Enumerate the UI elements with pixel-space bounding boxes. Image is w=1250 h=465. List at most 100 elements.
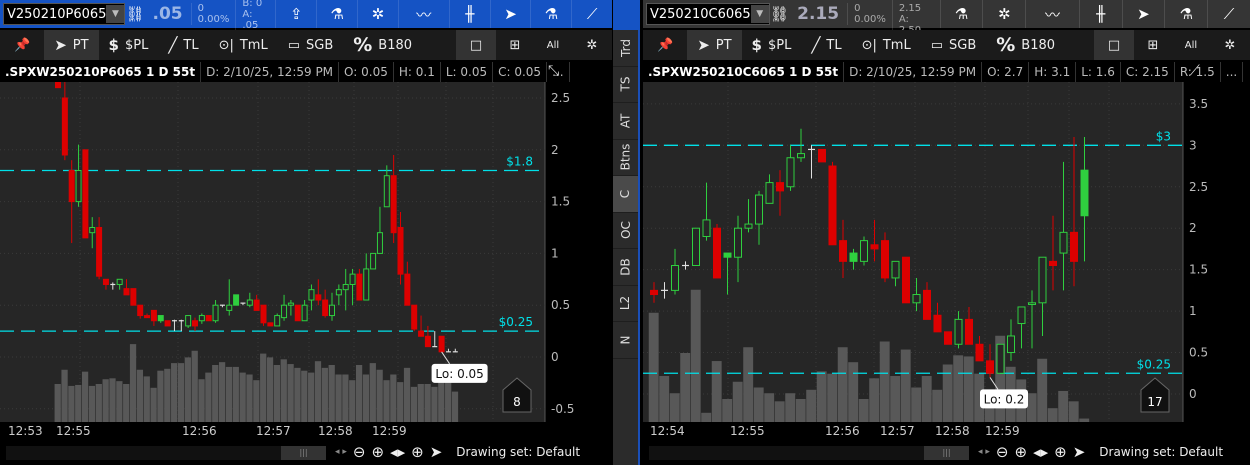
horizontal-scrollbar[interactable]: ||| <box>649 446 969 460</box>
drawing-icon[interactable]: ⟋ <box>571 0 612 28</box>
studies-icon[interactable]: 〰 <box>1025 0 1079 28</box>
sgb-button[interactable]: ▭ SGB <box>278 30 344 60</box>
collapse-icon[interactable]: ⤡ <box>548 63 559 79</box>
drawing-set-menu[interactable]: Drawing set: Default <box>1099 445 1223 459</box>
pt-button[interactable]: ➤ PT <box>44 30 99 60</box>
symbol-input[interactable]: V250210C6065 ▼ <box>646 3 770 25</box>
pan-icon[interactable]: ◂▸ <box>1033 443 1048 461</box>
b180-button[interactable]: % B180 <box>343 30 422 60</box>
volume-bar <box>294 367 301 422</box>
candle-down <box>192 320 198 327</box>
candle-up <box>1038 256 1047 304</box>
tab-at[interactable]: AT <box>613 103 638 140</box>
zoom-in-icon[interactable]: ⊕ <box>371 443 384 461</box>
pan-icon[interactable]: ◂▸ <box>390 443 405 461</box>
symbol-input[interactable]: V250210P6065 ▼ <box>3 3 126 25</box>
horizontal-scrollbar[interactable]: ||| <box>6 446 326 460</box>
timeline-icon: ⊙| <box>218 37 234 53</box>
price-chart[interactable]: 2.5 2 1.5 1 0.5 0 -0.5 $1.8 $0.25 Lo: 0.05 8 <box>0 82 612 422</box>
gear-icon[interactable]: ✲ <box>357 0 398 28</box>
price-axis-background <box>1183 82 1250 422</box>
link-icon[interactable]: ⛓ <box>770 0 789 28</box>
cursor-icon[interactable]: ➤ <box>1121 0 1165 28</box>
pin-button[interactable]: 📌 <box>643 30 687 60</box>
volume-bar <box>848 362 859 422</box>
single-layout-button[interactable]: □ <box>456 30 496 60</box>
all-button[interactable]: All <box>1172 30 1210 60</box>
scroll-left-icon[interactable]: ◂ ▸ <box>335 447 347 457</box>
candle-up <box>246 299 253 306</box>
volume-bar <box>417 384 424 422</box>
pin-button[interactable]: 📌 <box>0 30 44 60</box>
chevron-down-icon[interactable]: ▼ <box>106 5 125 23</box>
single-layout-button[interactable]: □ <box>1094 30 1134 60</box>
cursor-icon[interactable]: ➤ <box>1073 443 1086 461</box>
drawing-icon[interactable]: ⟋ <box>1207 0 1250 28</box>
share-icon[interactable]: ⇪ <box>275 0 316 28</box>
sgb-button[interactable]: ▭ SGB <box>921 30 987 60</box>
all-button[interactable]: All <box>534 30 572 60</box>
scroll-left-icon[interactable]: ◂ ▸ <box>978 447 990 457</box>
tl-label: TL <box>826 37 842 53</box>
drawing-set-menu[interactable]: Drawing set: Default <box>456 445 580 459</box>
tl-button[interactable]: ╱ TL <box>801 30 851 60</box>
grid-layout-button[interactable]: ⊞ <box>496 30 534 60</box>
candle-style-icon[interactable]: ╫ <box>448 0 490 28</box>
crosshair-icon[interactable]: ⊕ <box>411 443 424 461</box>
y-tick-label: 0 <box>551 350 559 364</box>
volume-bar <box>184 357 191 422</box>
flask-menu-icon[interactable]: ⚗ <box>530 0 571 28</box>
time-label: 12:56 <box>182 424 217 438</box>
tml-button[interactable]: ⊙| TmL <box>209 30 278 60</box>
settings-gear-icon[interactable]: ✲ <box>572 30 612 60</box>
tab-oc[interactable]: OC <box>613 213 638 249</box>
tab-ts[interactable]: TS <box>613 67 638 103</box>
tab-c[interactable]: C <box>613 176 638 213</box>
crosshair-icon[interactable]: ⊕ <box>1054 443 1067 461</box>
flask-icon[interactable]: ⚗ <box>316 0 357 28</box>
time-label: 12:58 <box>318 424 353 438</box>
tab-trd[interactable]: Trd <box>613 30 638 67</box>
flask-menu-icon[interactable]: ⚗ <box>1164 0 1207 28</box>
candle-down <box>356 273 363 301</box>
tml-button[interactable]: ⊙| TmL <box>852 30 921 60</box>
scroll-thumb[interactable]: ||| <box>281 446 326 460</box>
candle-up <box>912 294 921 304</box>
zoom-out-icon[interactable]: ⊖ <box>996 443 1009 461</box>
zoom-in-icon[interactable]: ⊕ <box>1014 443 1027 461</box>
pl-label: $PL <box>767 37 792 53</box>
bid-ask: B: 0 A: .05 <box>235 0 275 31</box>
pt-button[interactable]: ➤ PT <box>687 30 742 60</box>
volume-bar <box>123 384 130 422</box>
price-chart[interactable]: 3.5 3 2.5 2 1.5 1 0.5 0 $3 $0.25 Lo: 0.2 17 <box>643 82 1250 422</box>
tab-btns[interactable]: Btns <box>613 140 638 176</box>
tab-db[interactable]: DB <box>613 249 638 286</box>
studies-icon[interactable]: 〰 <box>397 0 449 28</box>
grid-layout-button[interactable]: ⊞ <box>1134 30 1172 60</box>
tl-button[interactable]: ╱ TL <box>158 30 208 60</box>
candle-up <box>287 302 294 306</box>
candle-down <box>253 299 260 311</box>
pl-button[interactable]: $ $PL <box>742 30 802 60</box>
rectangle-icon: ▭ <box>930 37 943 53</box>
scroll-thumb[interactable]: ||| <box>924 446 969 460</box>
candle-up <box>1080 169 1089 217</box>
flask-icon[interactable]: ⚗ <box>939 0 983 28</box>
candle-down <box>944 331 952 345</box>
pl-button[interactable]: $ $PL <box>99 30 159 60</box>
link-icon[interactable]: ⛓ <box>125 0 144 28</box>
gear-icon[interactable]: ✲ <box>982 0 1025 28</box>
expand-icon[interactable]: ⟋ <box>1190 63 1200 79</box>
more-info[interactable]: ... <box>1221 62 1244 82</box>
b180-button[interactable]: % B180 <box>986 30 1065 60</box>
tab-n[interactable]: N <box>613 322 638 359</box>
candle-style-icon[interactable]: ╫ <box>1078 0 1122 28</box>
settings-gear-icon[interactable]: ✲ <box>1210 30 1250 60</box>
chevron-down-icon[interactable]: ▼ <box>750 5 769 23</box>
tml-label: TmL <box>239 37 268 53</box>
zoom-out-icon[interactable]: ⊖ <box>353 443 366 461</box>
cursor-icon[interactable]: ➤ <box>489 0 531 28</box>
candle-up <box>786 157 795 188</box>
tab-l2[interactable]: L2 <box>613 286 638 322</box>
cursor-icon[interactable]: ➤ <box>430 443 443 461</box>
